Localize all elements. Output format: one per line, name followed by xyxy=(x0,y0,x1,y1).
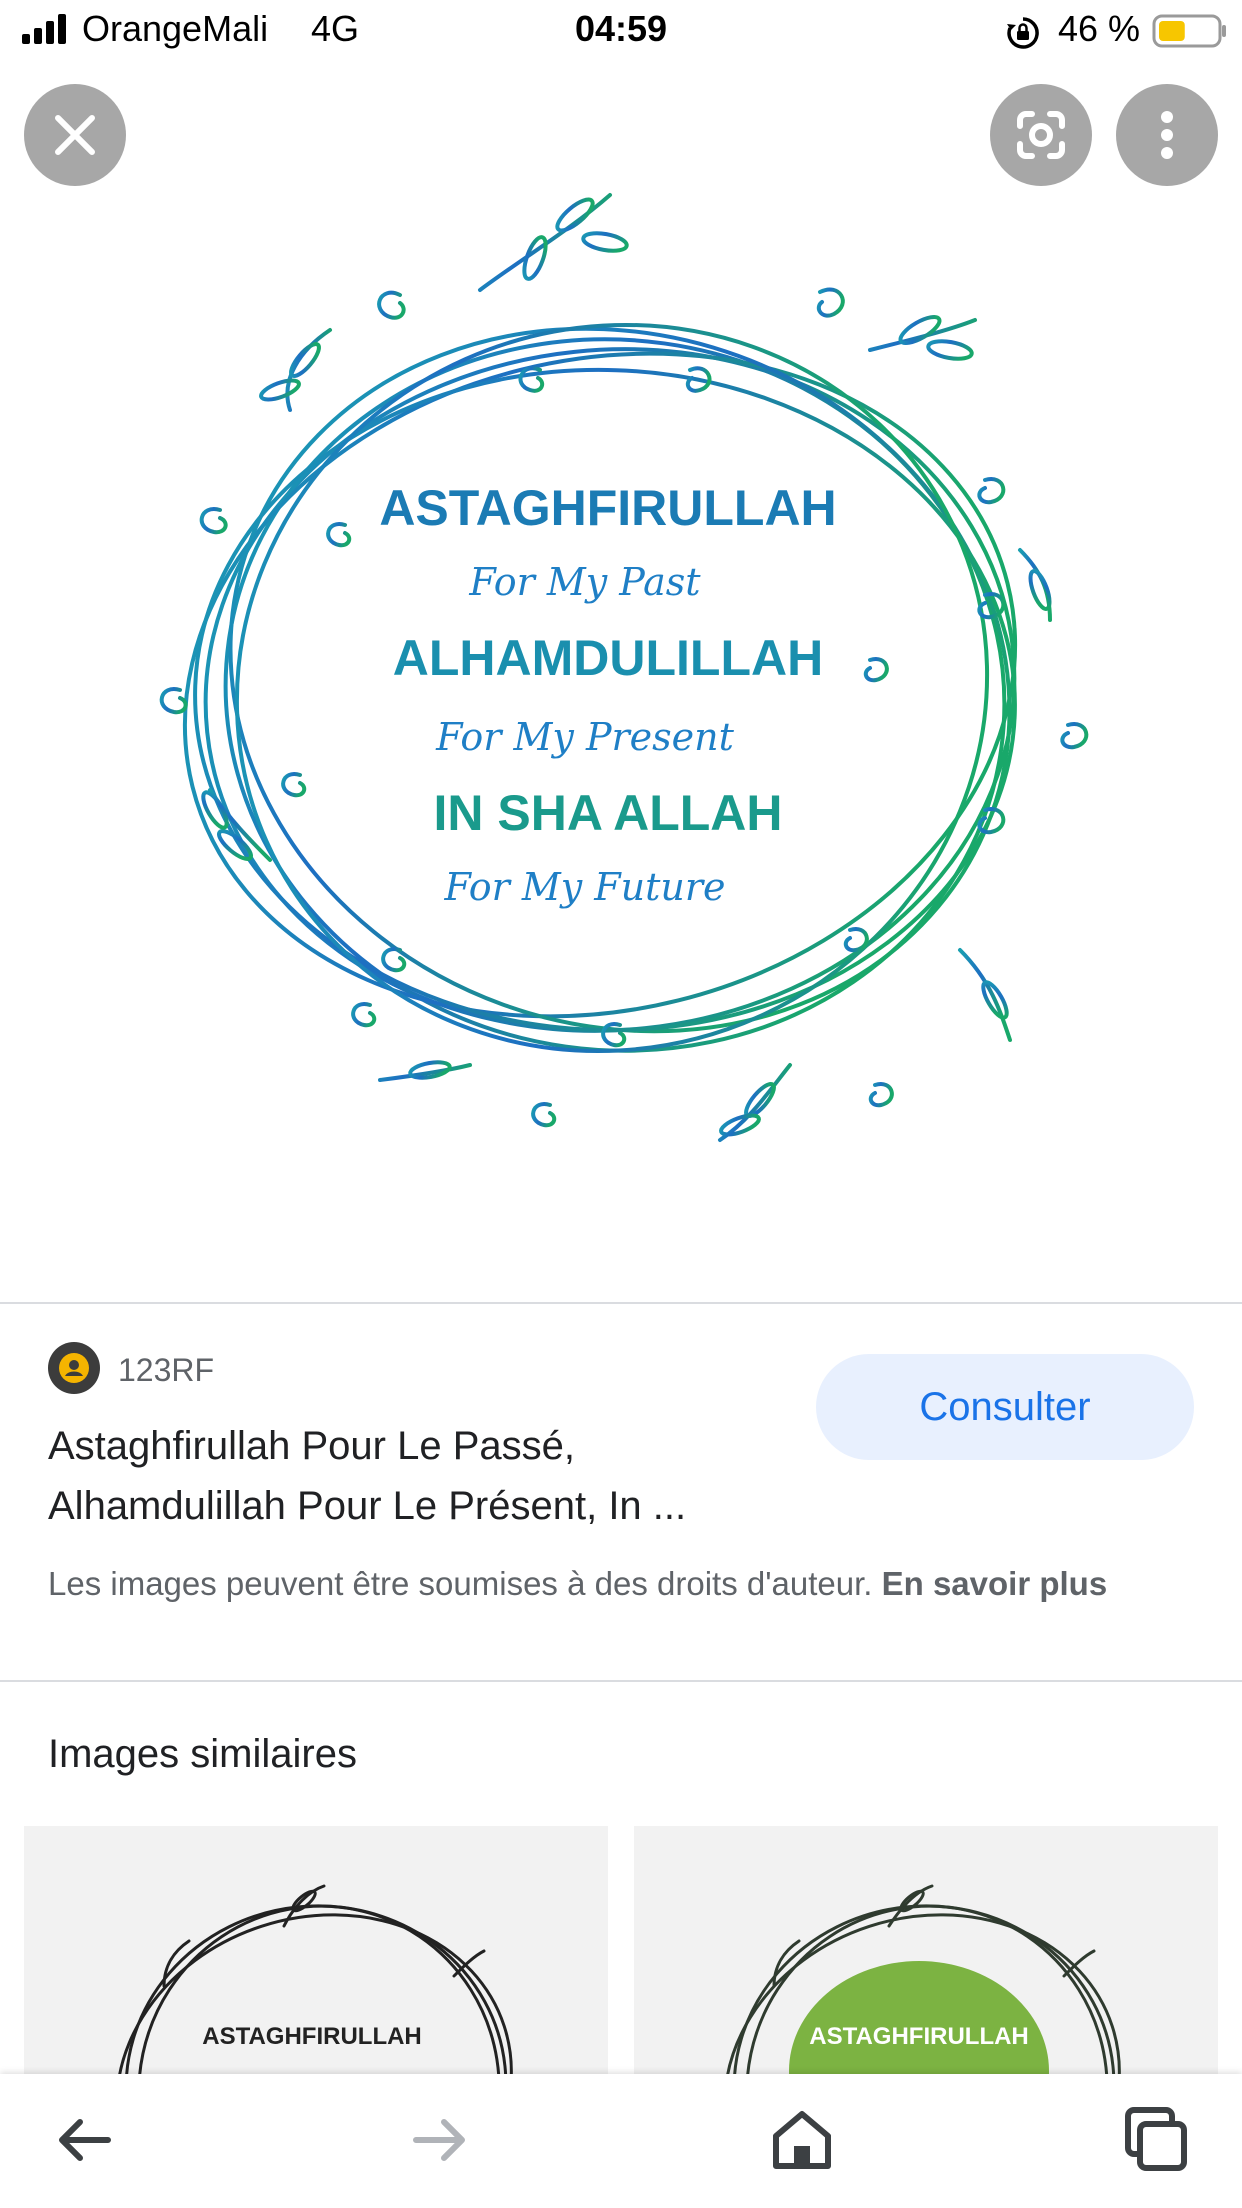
divider-middle xyxy=(0,1680,1242,1682)
thumb2-text: ASTAGHFIRULLAH xyxy=(809,2023,1029,2050)
status-time: 04:59 xyxy=(574,8,668,49)
image-text-line5: IN SHA ALLAH xyxy=(433,785,782,841)
copyright-notice: Les images peuvent être soumises à des d… xyxy=(48,1560,1198,1608)
similar-image-1[interactable]: ASTAGHFIRULLAH xyxy=(24,1826,608,2076)
learn-more-link[interactable]: En savoir plus xyxy=(882,1565,1108,1602)
home-icon xyxy=(773,2111,831,2169)
battery-icon xyxy=(1152,14,1226,48)
home-button[interactable] xyxy=(762,2100,842,2180)
status-bar: OrangeMali 4G 04:59 46 % xyxy=(0,0,1242,62)
arrow-back-icon xyxy=(59,2119,111,2161)
similar-image-2[interactable]: ASTAGHFIRULLAH xyxy=(634,1826,1218,2076)
source-name[interactable]: 123RF xyxy=(118,1352,214,1389)
thumb1-text: ASTAGHFIRULLAH xyxy=(202,2023,422,2050)
rotation-lock-icon xyxy=(1007,17,1039,49)
image-text-line3: ALHAMDULILLAH xyxy=(393,630,823,686)
tabs-icon xyxy=(1125,2107,1187,2171)
image-text-line1: ASTAGHFIRULLAH xyxy=(379,480,836,536)
image-text-line4: For My Present xyxy=(435,715,735,759)
source-favicon-icon xyxy=(48,1342,100,1394)
consult-button[interactable]: Consulter xyxy=(816,1354,1194,1460)
image-text-line2: For My Past xyxy=(468,560,701,604)
similar-images-heading: Images similaires xyxy=(48,1732,357,1776)
battery-percentage: 46 % xyxy=(1058,8,1141,49)
forward-button[interactable] xyxy=(400,2100,480,2180)
divider-top xyxy=(0,1302,1242,1304)
tabs-button[interactable] xyxy=(1116,2100,1196,2180)
bottom-toolbar xyxy=(0,2074,1242,2208)
image-viewer-page: OrangeMali 4G 04:59 46 % ASTAGHFIRULLAH … xyxy=(0,0,1242,2208)
image-title[interactable]: Astaghfirullah Pour Le Passé, Alhamdulil… xyxy=(48,1416,788,1536)
copyright-text: Les images peuvent être soumises à des d… xyxy=(48,1565,882,1602)
back-button[interactable] xyxy=(44,2100,124,2180)
image-text-line6: For My Future xyxy=(443,865,725,909)
arrow-forward-icon xyxy=(413,2119,465,2161)
main-image[interactable]: ASTAGHFIRULLAH For My Past ALHAMDULILLAH… xyxy=(0,170,1242,1300)
